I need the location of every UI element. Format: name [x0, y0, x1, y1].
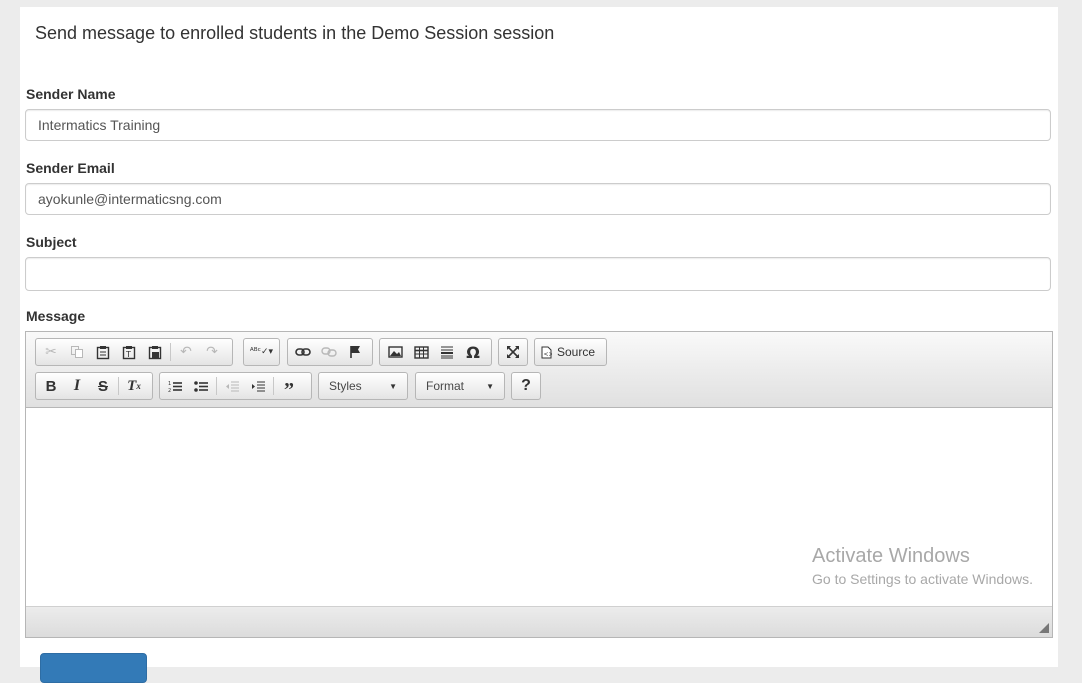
chevron-down-icon: ▼: [486, 381, 494, 391]
resize-handle-icon[interactable]: [1039, 623, 1049, 633]
page-title: Send message to enrolled students in the…: [35, 23, 555, 43]
paragraph-toolbar-group: 12 ”: [159, 370, 312, 402]
svg-text:T: T: [125, 350, 131, 359]
sender-email-input[interactable]: [25, 183, 1051, 215]
message-label: Message: [26, 308, 86, 324]
blockquote-icon[interactable]: ”: [276, 370, 302, 402]
redo-icon[interactable]: ↷: [199, 340, 225, 364]
italic-icon[interactable]: I: [64, 374, 90, 398]
editor-toolbar: ✂ T ↶ ↷ ᴬᴮᶜ✓▾ Ω <> Source B I S T x 1 2 …: [26, 332, 1052, 408]
basicstyles-toolbar-group: B I S Tx: [35, 372, 153, 400]
numbered-list-icon[interactable]: 12: [162, 374, 188, 398]
svg-text:<>: <>: [544, 351, 553, 358]
link-icon[interactable]: [290, 340, 316, 364]
cut-icon[interactable]: ✂: [38, 340, 64, 364]
bulleted-list-icon[interactable]: [188, 374, 214, 398]
svg-text:1: 1: [168, 381, 171, 387]
maximize-icon[interactable]: [501, 340, 525, 364]
source-icon: <>: [541, 346, 552, 359]
outdent-icon[interactable]: [219, 374, 245, 398]
styles-label: Styles: [329, 379, 362, 393]
format-dropdown[interactable]: Format ▼: [415, 372, 505, 400]
indent-icon[interactable]: [245, 374, 271, 398]
spellcheck-toolbar-group: ᴬᴮᶜ✓▾: [243, 338, 280, 366]
undo-icon[interactable]: ↶: [173, 340, 199, 364]
toolbar-separator: [118, 377, 119, 395]
editor-statusbar: [26, 606, 1052, 637]
paste-word-icon[interactable]: [142, 340, 168, 364]
format-label: Format: [426, 379, 465, 393]
source-button[interactable]: <> Source: [534, 338, 607, 366]
subject-label: Subject: [26, 234, 77, 250]
sender-name-input[interactable]: [25, 109, 1051, 141]
image-icon[interactable]: [382, 340, 408, 364]
remove-format-icon[interactable]: Tx: [121, 374, 147, 398]
maximize-toolbar-group: [498, 338, 528, 366]
styles-dropdown[interactable]: Styles ▼: [318, 372, 408, 400]
paste-icon[interactable]: [90, 340, 116, 364]
message-editor: ✂ T ↶ ↷ ᴬᴮᶜ✓▾ Ω <> Source B I S T x 1 2 …: [25, 331, 1053, 638]
svg-text:2: 2: [168, 388, 171, 393]
horizontal-rule-icon[interactable]: [434, 340, 460, 364]
chevron-down-icon: ▼: [389, 381, 397, 391]
links-toolbar-group: [287, 338, 373, 366]
source-label: Source: [557, 345, 596, 359]
sender-name-label: Sender Name: [26, 86, 116, 102]
bold-icon[interactable]: B: [38, 374, 64, 398]
spellcheck-icon[interactable]: ᴬᴮᶜ✓▾: [246, 340, 277, 364]
insert-toolbar-group: Ω: [379, 338, 492, 366]
anchor-icon[interactable]: [342, 340, 368, 364]
send-button[interactable]: [40, 653, 147, 683]
help-icon: ?: [521, 377, 531, 394]
paste-text-icon[interactable]: T: [116, 340, 142, 364]
clipboard-toolbar-group: ✂ T ↶ ↷: [35, 338, 233, 366]
unlink-icon[interactable]: [316, 340, 342, 364]
copy-icon[interactable]: [64, 340, 90, 364]
activate-windows-subtitle: Go to Settings to activate Windows.: [812, 571, 1033, 587]
toolbar-separator: [170, 343, 171, 361]
sender-email-label: Sender Email: [26, 160, 115, 176]
help-button[interactable]: ?: [511, 372, 541, 400]
strike-icon[interactable]: S: [90, 374, 116, 398]
subject-input[interactable]: [25, 257, 1051, 291]
toolbar-separator: [273, 377, 274, 395]
special-char-icon[interactable]: Ω: [460, 340, 486, 364]
toolbar-separator: [216, 377, 217, 395]
table-icon[interactable]: [408, 340, 434, 364]
activate-windows-title: Activate Windows: [812, 545, 970, 567]
